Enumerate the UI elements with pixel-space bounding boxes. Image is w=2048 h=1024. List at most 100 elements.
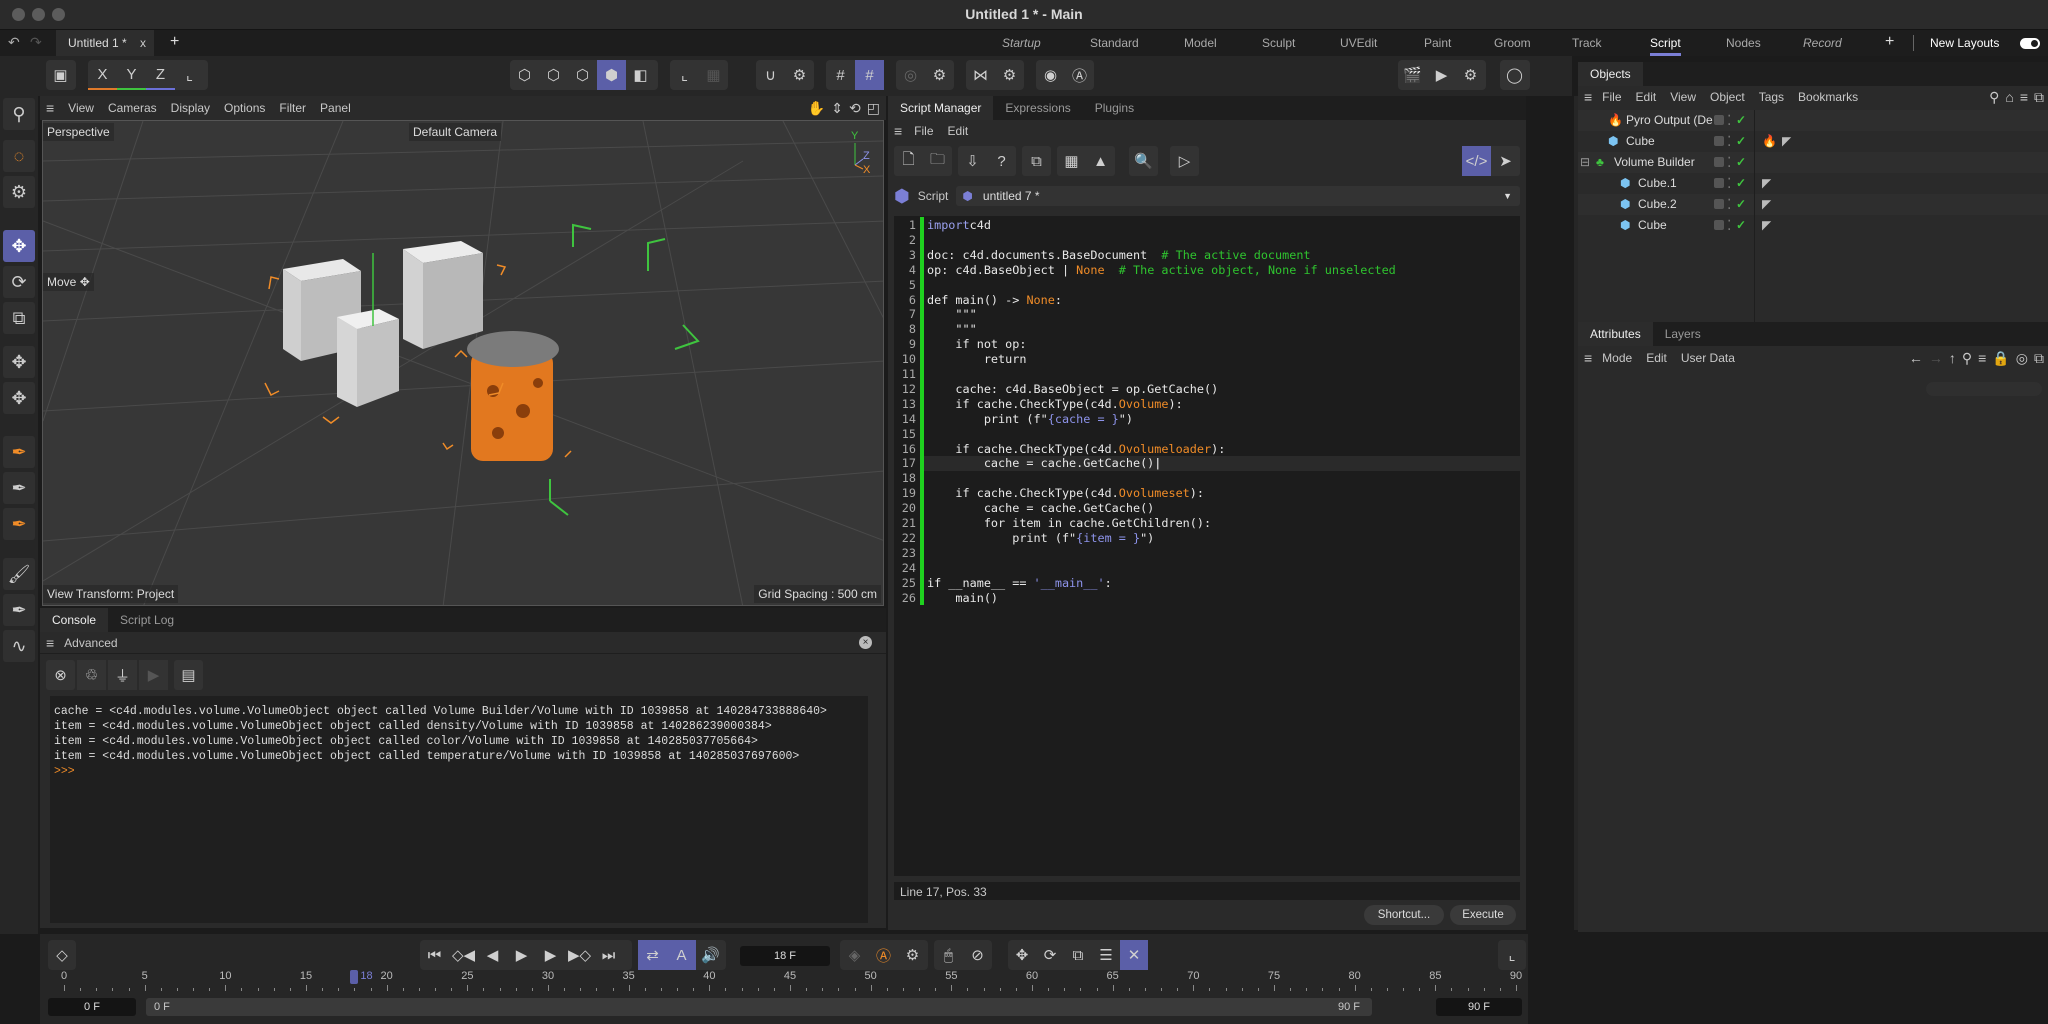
object-row[interactable]: ⬢ Cube.1 ⁚ ✓ ◤ (1578, 173, 2048, 194)
3d-viewport[interactable]: Y Z X Perspective Default Camera Move ✥ … (42, 120, 884, 606)
key-pla-icon[interactable]: ✕ (1120, 940, 1148, 970)
viewport-solo-icon[interactable]: ◉ (1036, 60, 1065, 90)
new-window-icon[interactable]: ⧉ (2034, 350, 2044, 367)
phong-tag-icon[interactable]: ◤ (1782, 131, 1791, 152)
grid-icon[interactable]: # (826, 60, 855, 90)
filter-icon[interactable]: ≡ (2020, 89, 2028, 105)
render-view-icon[interactable]: 🎬 (1398, 60, 1427, 90)
object-name[interactable]: Pyro Output (De (1626, 110, 1713, 131)
layout-tab-track[interactable]: Track (1572, 30, 1602, 56)
forward-arrow-icon[interactable]: → (1929, 350, 1943, 366)
console-prompt[interactable]: >>> (54, 764, 864, 779)
tab-script-manager[interactable]: Script Manager (888, 96, 994, 120)
browse-folder-icon[interactable]: 🔍 (1129, 146, 1158, 176)
next-frame-icon[interactable]: ▶ (536, 940, 565, 970)
sound-icon[interactable]: 🔊 (696, 940, 725, 970)
pan-icon[interactable]: ✋ (808, 100, 825, 117)
scale-tool-icon[interactable]: ⧉ (3, 302, 35, 334)
undo-icon[interactable]: ↶ (8, 34, 20, 51)
collapse-icon[interactable]: ⊟ (1580, 152, 1590, 173)
projection-label[interactable]: Perspective (43, 123, 114, 141)
layer-icon[interactable] (1714, 199, 1724, 209)
maximize-view-icon[interactable]: ◰ (867, 100, 880, 117)
viewport-menu-options[interactable]: Options (224, 101, 265, 115)
layout-tab-paint[interactable]: Paint (1424, 30, 1451, 56)
layout-tab-model[interactable]: Model (1184, 30, 1217, 56)
snap-settings-icon[interactable]: ⚙ (785, 60, 814, 90)
object-name[interactable]: Cube.1 (1638, 173, 1677, 194)
document-tab[interactable]: Untitled 1 * x (56, 30, 154, 56)
script-dropdown[interactable]: ⬢ untitled 7 * ▼ (956, 186, 1520, 206)
visibility-dots[interactable]: ⁚ (1727, 110, 1731, 131)
layout-tab-record[interactable]: Record (1803, 30, 1842, 56)
layout-tab-groom[interactable]: Groom (1494, 30, 1531, 56)
enabled-check-icon[interactable]: ✓ (1736, 152, 1746, 173)
new-script-icon[interactable]: 🗋 (894, 146, 923, 176)
grid-lock-icon[interactable]: # (855, 60, 884, 90)
snap-magnet-icon[interactable]: ∪ (756, 60, 785, 90)
key-scale-icon[interactable]: ⧉ (1064, 940, 1092, 970)
objects-menu-tags[interactable]: Tags (1759, 90, 1784, 104)
lock-icon[interactable]: 🔒 (1992, 350, 2009, 367)
mouse-icon[interactable]: 🖱 (934, 940, 963, 970)
previous-frame-icon[interactable]: ◀ (478, 940, 507, 970)
enabled-check-icon[interactable]: ✓ (1736, 131, 1746, 152)
execute-button[interactable]: Execute (1450, 905, 1516, 925)
attributes-menu-mode[interactable]: Mode (1602, 351, 1632, 365)
render-to-picture-viewer-icon[interactable]: ▶ (1427, 60, 1456, 90)
phong-tag-icon[interactable]: ◤ (1762, 215, 1771, 236)
key-rotation-icon[interactable]: ⟳ (1036, 940, 1064, 970)
dolly-icon[interactable]: ⇕ (831, 100, 843, 117)
code-view-icon[interactable]: </> (1462, 146, 1491, 176)
document-icon[interactable]: ▤ (174, 660, 203, 690)
enabled-check-icon[interactable]: ✓ (1736, 110, 1746, 131)
tab-script-log[interactable]: Script Log (108, 608, 186, 632)
archive-icon[interactable]: ▣ (46, 60, 75, 90)
selection-settings-icon[interactable]: ⚙ (3, 176, 35, 208)
plugin-icon[interactable]: ⏚ (108, 660, 137, 690)
enabled-check-icon[interactable]: ✓ (1736, 173, 1746, 194)
tab-layers[interactable]: Layers (1653, 322, 1713, 346)
go-to-end-icon[interactable]: ⏭ (594, 940, 623, 970)
visibility-dots[interactable]: ⁚ (1727, 173, 1731, 194)
attributes-menu-edit[interactable]: Edit (1646, 351, 1667, 365)
layer-icon[interactable] (1714, 115, 1724, 125)
open-folder-icon[interactable]: 🗀 (923, 146, 952, 176)
z-axis-lock[interactable]: Z (146, 60, 175, 90)
viewport-menu-display[interactable]: Display (171, 101, 210, 115)
clear-console-icon[interactable]: ⊗ (46, 660, 75, 690)
key-parameter-icon[interactable]: ☰ (1092, 940, 1120, 970)
pyro-tag-icon[interactable]: 🔥 (1762, 131, 1777, 152)
record-key-icon[interactable]: ◈ (840, 940, 869, 970)
recycle-icon[interactable]: ♲ (77, 660, 106, 690)
symmetry-settings-icon[interactable]: ⚙ (995, 60, 1024, 90)
search-icon[interactable]: ⚲ (1989, 89, 1999, 106)
uv-mode-icon[interactable]: ◧ (626, 60, 655, 90)
new-tab-button[interactable]: + (170, 33, 179, 51)
polygons-mode-icon[interactable]: ⬡ (568, 60, 597, 90)
new-window-icon[interactable]: ⧉ (2034, 89, 2044, 106)
object-row[interactable]: ⊟ ♣ Volume Builder ⁚ ✓ (1578, 152, 2048, 173)
keyframe-icon[interactable]: ◇ (48, 940, 76, 970)
code-editor[interactable]: 1 importc4d 2 3 doc: c4d.documents.BaseDocum… (894, 216, 1520, 876)
close-window-button[interactable] (12, 8, 25, 21)
tab-attributes[interactable]: Attributes (1578, 322, 1653, 346)
object-row[interactable]: ⬢ Cube.2 ⁚ ✓ ◤ (1578, 194, 2048, 215)
symmetry-icon[interactable]: ⋈ (966, 60, 995, 90)
spline-smooth-icon[interactable]: ✒ (3, 508, 35, 540)
rotate-tool-icon[interactable]: ⟳ (3, 266, 35, 298)
points-mode-icon[interactable]: ⬡ (510, 60, 539, 90)
new-layouts-toggle[interactable] (2020, 38, 2040, 49)
viewport-menu-filter[interactable]: Filter (279, 101, 306, 115)
hamburger-icon[interactable]: ≡ (46, 100, 54, 116)
up-arrow-icon[interactable]: ↑ (1949, 350, 1956, 366)
import-icon[interactable]: ⇩ (958, 146, 987, 176)
tab-objects[interactable]: Objects (1578, 62, 1643, 86)
clear-filter-icon[interactable]: × (859, 636, 872, 649)
transfer-tool-icon[interactable]: ✥ (3, 346, 35, 378)
objects-menu-file[interactable]: File (1602, 90, 1621, 104)
brush-icon[interactable]: 🖌 (3, 558, 35, 590)
edges-mode-icon[interactable]: ⬡ (539, 60, 568, 90)
phong-tag-icon[interactable]: ◤ (1762, 173, 1771, 194)
console-output[interactable]: cache = <c4d.modules.volume.VolumeObject… (50, 696, 868, 923)
